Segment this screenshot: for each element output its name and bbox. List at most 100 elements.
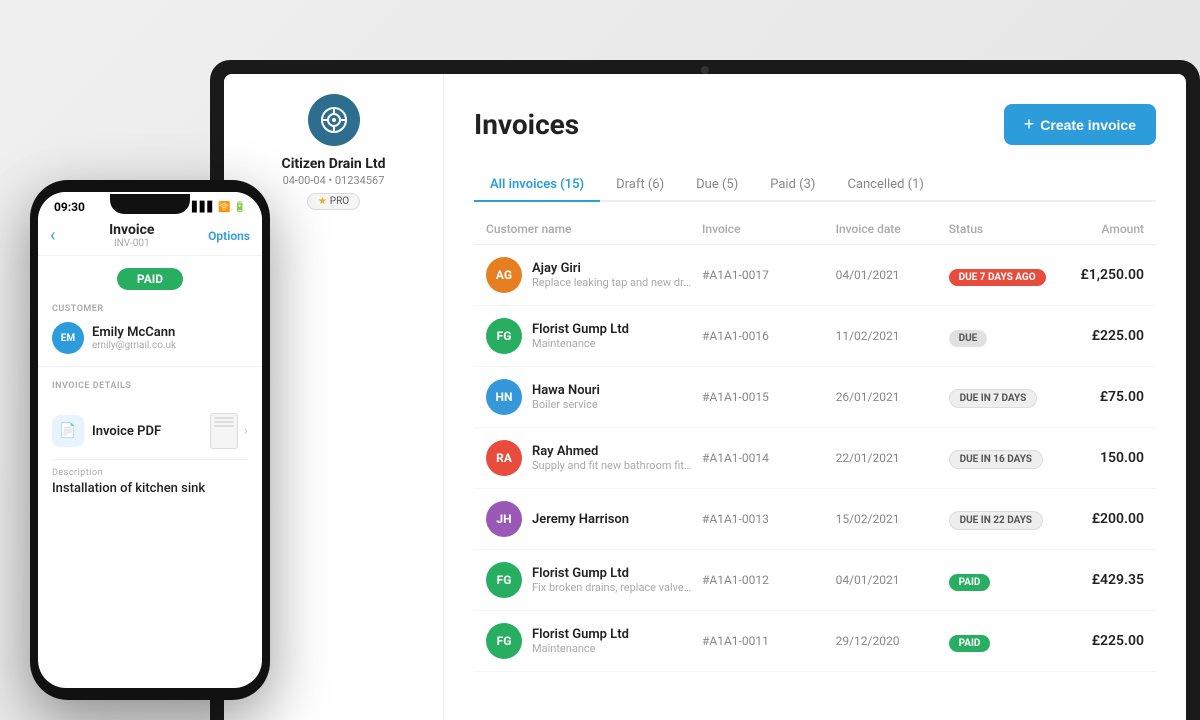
- customer-name: Ajay Giri: [532, 261, 692, 276]
- table-row[interactable]: RA Ray Ahmed Supply and fit new bathroom…: [474, 428, 1156, 489]
- invoice-date: 15/02/2021: [836, 512, 939, 526]
- phone-invoice-details: 📄 Invoice PDF ›: [38, 403, 262, 460]
- tab-paid[interactable]: Paid (3): [754, 169, 831, 202]
- table-row[interactable]: FG Florist Gump Ltd Maintenance #A1A1-00…: [474, 306, 1156, 367]
- table-row[interactable]: HN Hawa Nouri Boiler service #A1A1-0015 …: [474, 367, 1156, 428]
- company-name: Citizen Drain Ltd: [282, 156, 386, 172]
- customer-info: Florist Gump Ltd Maintenance: [532, 627, 629, 655]
- status-badge: DUE IN 16 DAYS: [949, 447, 1052, 469]
- invoice-amount: 150.00: [1062, 450, 1144, 466]
- wifi-icon: 🛜: [218, 202, 230, 213]
- invoice-amount: £225.00: [1062, 633, 1144, 649]
- table-row[interactable]: FG Florist Gump Ltd Maintenance #A1A1-00…: [474, 611, 1156, 672]
- status-badge: DUE IN 22 DAYS: [949, 508, 1052, 530]
- customer-desc: Maintenance: [532, 337, 629, 350]
- invoice-amount: £429.35: [1062, 572, 1144, 588]
- pdf-thumbnail: [210, 413, 238, 449]
- tab-cancelled[interactable]: Cancelled (1): [831, 169, 939, 202]
- phone-device: 09:30 ▋▋▋ 🛜 🔋 ‹ Invoice INV-001 Options …: [30, 180, 270, 700]
- customer-avatar: RA: [486, 440, 522, 476]
- col-invoice: Invoice: [702, 222, 826, 236]
- company-id: 04-00-04 • 01234567: [283, 174, 385, 187]
- status-badge-label: DUE IN 16 DAYS: [949, 450, 1043, 469]
- customer-avatar: FG: [486, 318, 522, 354]
- company-logo: [308, 94, 360, 146]
- customer-cell: RA Ray Ahmed Supply and fit new bathroom…: [486, 440, 692, 476]
- plus-icon: +: [1024, 114, 1035, 135]
- page-title: Invoices: [474, 108, 579, 141]
- invoice-date: 22/01/2021: [836, 451, 939, 465]
- customer-name: Florist Gump Ltd: [532, 322, 629, 337]
- tablet-main: Invoices + Create invoice All invoices (…: [444, 74, 1186, 720]
- customer-name: Hawa Nouri: [532, 383, 600, 398]
- invoice-tabs: All invoices (15) Draft (6) Due (5) Paid…: [474, 169, 1156, 202]
- customer-name: Florist Gump Ltd: [532, 627, 629, 642]
- tablet-screen: Citizen Drain Ltd 04-00-04 • 01234567 ★ …: [224, 74, 1186, 720]
- phone-screen: 09:30 ▋▋▋ 🛜 🔋 ‹ Invoice INV-001 Options …: [38, 192, 262, 688]
- pdf-line-3: [214, 425, 234, 427]
- phone-status-icons: ▋▋▋ 🛜 🔋: [192, 202, 246, 213]
- description-label: Description: [52, 468, 248, 478]
- status-badge-label: DUE IN 7 DAYS: [949, 389, 1038, 408]
- phone-notch: [110, 194, 190, 214]
- phone-description: Description Installation of kitchen sink: [38, 460, 262, 504]
- table-row[interactable]: FG Florist Gump Ltd Fix broken drains, r…: [474, 550, 1156, 611]
- status-badge: PAID: [949, 570, 1052, 591]
- invoice-pdf-row[interactable]: 📄 Invoice PDF ›: [52, 403, 248, 460]
- table-row[interactable]: JH Jeremy Harrison #A1A1-0013 15/02/2021…: [474, 489, 1156, 550]
- signal-icon: ▋▋▋: [192, 202, 215, 213]
- customer-info: Ajay Giri Replace leaking tap and new dr…: [532, 261, 692, 289]
- invoice-number: #A1A1-0016: [702, 329, 826, 343]
- table-header: Customer name Invoice Invoice date Statu…: [474, 222, 1156, 245]
- customer-name: Florist Gump Ltd: [532, 566, 692, 581]
- col-status: Status: [949, 222, 1052, 236]
- invoice-number: #A1A1-0012: [702, 573, 826, 587]
- customer-cell: JH Jeremy Harrison: [486, 501, 692, 537]
- col-customer-name: Customer name: [486, 222, 692, 236]
- invoice-number: #A1A1-0011: [702, 634, 826, 648]
- customer-avatar: AG: [486, 257, 522, 293]
- phone-invoice-title: Invoice: [109, 222, 154, 238]
- status-badge: DUE 7 DAYS AGO: [949, 265, 1052, 286]
- tablet-camera: [701, 66, 709, 74]
- tab-draft[interactable]: Draft (6): [600, 169, 680, 202]
- table-row[interactable]: AG Ajay Giri Replace leaking tap and new…: [474, 245, 1156, 306]
- customer-row: EM Emily McCann emily@gmail.co.uk: [52, 322, 248, 354]
- customer-avatar: JH: [486, 501, 522, 537]
- customer-desc: Maintenance: [532, 642, 629, 655]
- customer-desc: Fix broken drains, replace valve and sup…: [532, 581, 692, 594]
- back-button[interactable]: ‹: [50, 225, 55, 246]
- tab-due[interactable]: Due (5): [680, 169, 754, 202]
- pdf-icon: 📄: [52, 415, 84, 447]
- invoice-number: #A1A1-0013: [702, 512, 826, 526]
- phone-time: 09:30: [54, 200, 85, 214]
- customer-info: Florist Gump Ltd Maintenance: [532, 322, 629, 350]
- invoice-date: 11/02/2021: [836, 329, 939, 343]
- customer-avatar: FG: [486, 623, 522, 659]
- phone-invoice-number: INV-001: [109, 238, 154, 249]
- phone-nav-header: ‹ Invoice INV-001 Options: [38, 218, 262, 256]
- customer-desc: Supply and fit new bathroom fittings wit…: [532, 459, 692, 472]
- customer-avatar: FG: [486, 562, 522, 598]
- create-invoice-button[interactable]: + Create invoice: [1004, 104, 1156, 145]
- invoice-number: #A1A1-0014: [702, 451, 826, 465]
- invoice-date: 04/01/2021: [836, 573, 939, 587]
- invoice-date: 26/01/2021: [836, 390, 939, 404]
- customer-info: Ray Ahmed Supply and fit new bathroom fi…: [532, 444, 692, 472]
- chevron-right-icon: ›: [244, 423, 248, 439]
- status-badge-label: DUE IN 22 DAYS: [949, 511, 1043, 530]
- status-badge: DUE IN 7 DAYS: [949, 386, 1052, 408]
- customer-avatar: HN: [486, 379, 522, 415]
- tab-all-invoices[interactable]: All invoices (15): [474, 169, 600, 202]
- status-badge: PAID: [949, 631, 1052, 652]
- options-button[interactable]: Options: [208, 229, 250, 243]
- invoice-amount: £200.00: [1062, 511, 1144, 527]
- col-amount: Amount: [1062, 222, 1144, 236]
- invoice-date: 04/01/2021: [836, 268, 939, 282]
- customer-info: Jeremy Harrison: [532, 512, 629, 527]
- phone-customer-section: CUSTOMER EM Emily McCann emily@gmail.co.…: [38, 298, 262, 358]
- tablet-device: Citizen Drain Ltd 04-00-04 • 01234567 ★ …: [210, 60, 1200, 720]
- customer-desc: Replace leaking tap and new drain: [532, 276, 692, 289]
- phone-paid-status: PAID: [38, 256, 262, 298]
- phone-invoice-section: INVOICE DETAILS: [38, 375, 262, 403]
